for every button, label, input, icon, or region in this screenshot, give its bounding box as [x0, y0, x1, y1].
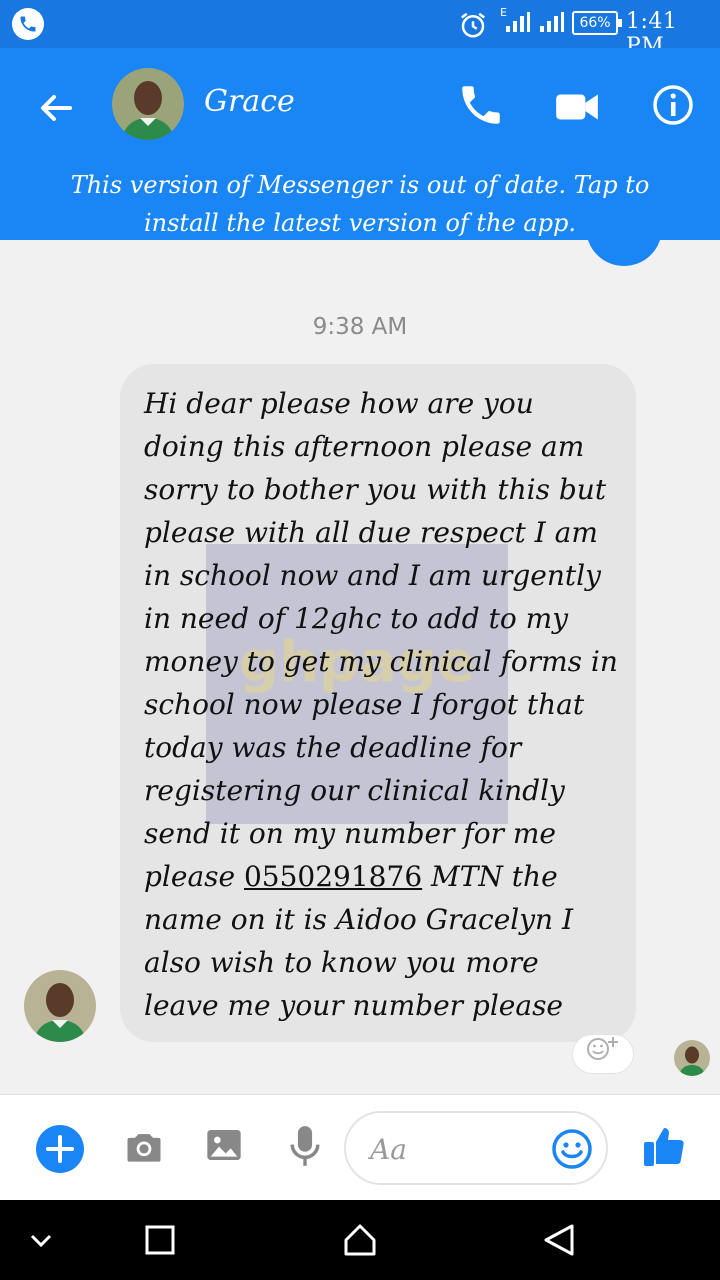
- system-nav-bar: [0, 1200, 720, 1280]
- add-icon[interactable]: [36, 1125, 84, 1173]
- camera-icon[interactable]: [122, 1125, 166, 1169]
- like-icon[interactable]: [640, 1121, 688, 1171]
- add-reaction-icon: [587, 1037, 618, 1060]
- nav-home-icon[interactable]: [340, 1220, 380, 1260]
- sender-avatar[interactable]: [24, 970, 96, 1042]
- mic-icon[interactable]: [288, 1123, 322, 1169]
- signal-icon: [540, 12, 564, 32]
- info-icon[interactable]: [648, 80, 698, 130]
- message-bubble[interactable]: ghpage Hi dear please how are you doing …: [120, 364, 636, 1042]
- seen-avatar: [674, 1040, 710, 1076]
- phone-icon: [12, 8, 44, 40]
- nav-recents-icon[interactable]: [144, 1224, 176, 1256]
- signal-icon: [506, 12, 530, 32]
- conversation-header: Grace This version of Messenger is out o…: [0, 48, 720, 240]
- message-text: Hi dear please how are you doing this af…: [144, 382, 622, 1027]
- emoji-icon[interactable]: [550, 1127, 594, 1171]
- message-input[interactable]: Aa: [344, 1111, 608, 1185]
- partial-button: [586, 220, 662, 266]
- status-bar: E 66% 1:41 PM: [0, 0, 720, 59]
- call-icon[interactable]: [456, 80, 506, 130]
- avatar[interactable]: [112, 68, 184, 140]
- composer-bar: Aa: [0, 1094, 720, 1200]
- add-reaction-button[interactable]: [572, 1034, 634, 1074]
- phone-number-link[interactable]: 0550291876: [244, 860, 422, 893]
- input-placeholder: Aa: [370, 1133, 407, 1166]
- video-icon[interactable]: [552, 82, 602, 132]
- back-arrow-icon[interactable]: [30, 82, 82, 134]
- nav-collapse-icon[interactable]: [28, 1228, 54, 1252]
- alarm-icon: [461, 12, 485, 38]
- contact-name[interactable]: Grace: [204, 84, 295, 119]
- message-timestamp: 9:38 AM: [312, 314, 408, 340]
- battery-indicator: 66%: [572, 11, 622, 35]
- gallery-icon[interactable]: [204, 1125, 244, 1165]
- nav-back-icon[interactable]: [542, 1222, 576, 1258]
- message-text-part: Hi dear please how are you doing this af…: [144, 387, 618, 893]
